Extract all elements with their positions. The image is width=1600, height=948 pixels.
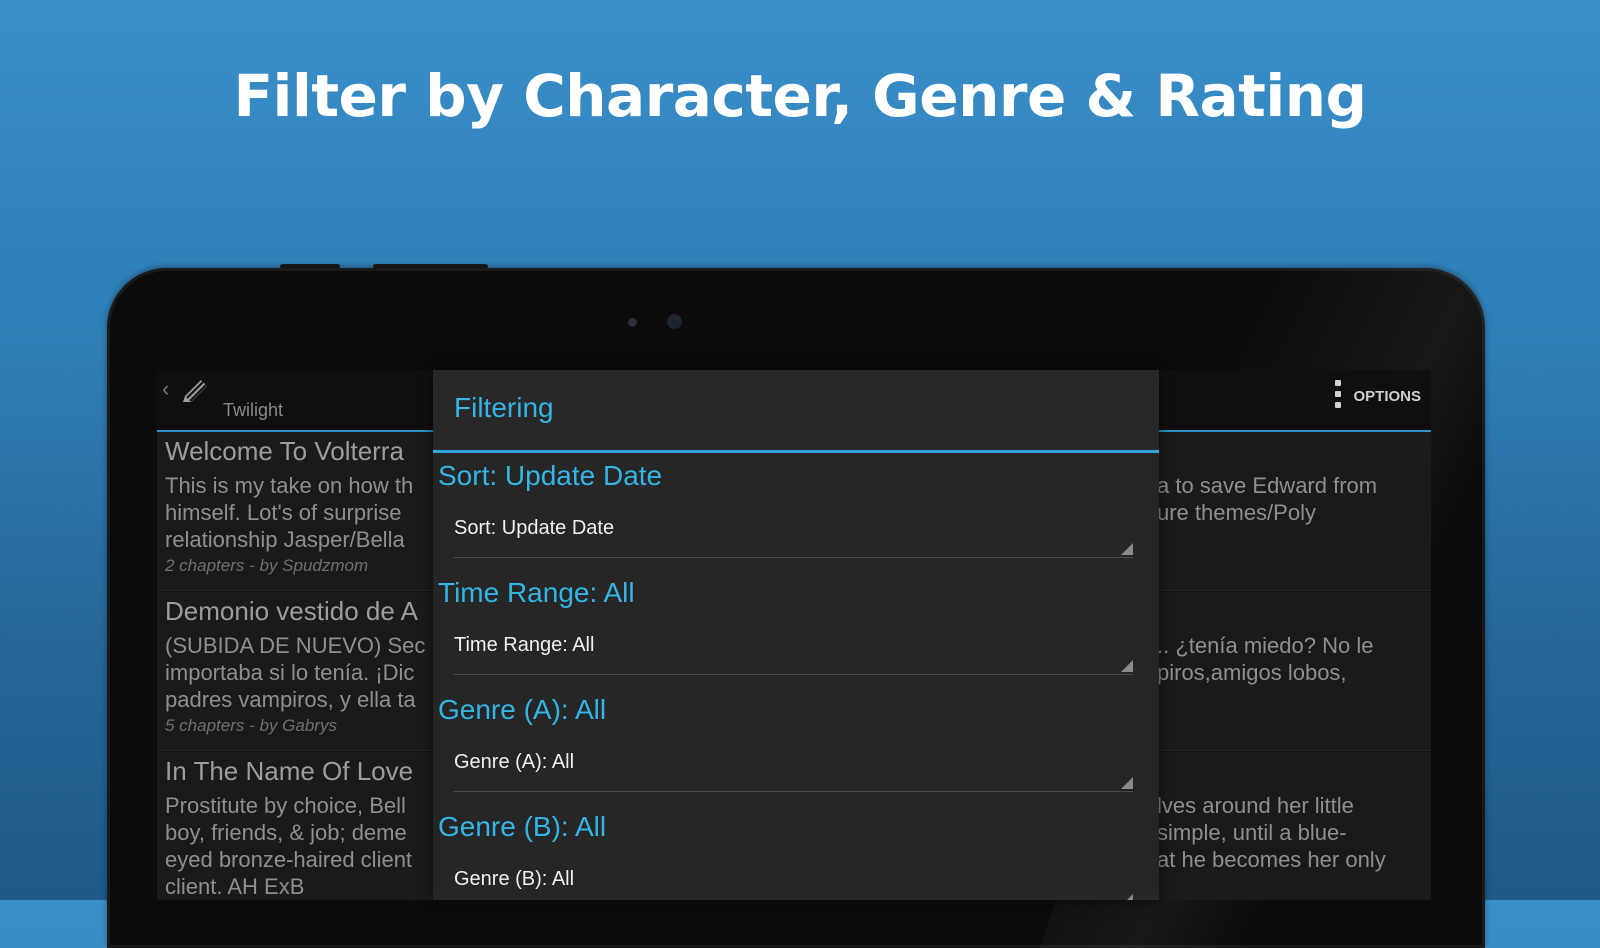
description-line: (SUBIDA DE NUEVO) Sec <box>165 633 426 658</box>
description-line: a to save Edward from <box>1157 473 1378 498</box>
description-line: relationship Jasper/Bella <box>165 527 405 552</box>
story-description-right: .. ¿tenía miedo? No le piros,amigos lobo… <box>1157 632 1427 686</box>
category-title: Twilight <box>223 400 284 420</box>
filter-label: Genre (A): All <box>438 694 607 725</box>
description-line: simple, until a blue- <box>1157 820 1347 845</box>
story-title: Demonio vestido de A <box>165 596 418 626</box>
time-range-filter-group: Time Range: All Time Range: All <box>433 570 1159 687</box>
sort-spinner[interactable]: Sort: Update Date <box>453 505 1133 558</box>
description-line: client. AH ExB <box>165 874 305 899</box>
pencil-logo-icon[interactable] <box>179 376 211 408</box>
description-line: boy, friends, & job; deme <box>165 820 407 845</box>
description-line: ure themes/Poly <box>1157 500 1316 525</box>
filter-label: Genre (B): All <box>438 811 607 842</box>
spinner-arrow-icon <box>1121 543 1133 555</box>
description-line: at he becomes her only <box>1157 847 1386 872</box>
options-button[interactable]: OPTIONS <box>1353 388 1421 405</box>
story-description-right: lves around her little simple, until a b… <box>1157 792 1427 873</box>
description-line: padres vampiros, y ella ta <box>165 687 416 712</box>
description-line: himself. Lot's of surprise <box>165 500 402 525</box>
genre-b-spinner[interactable]: Genre (B): All <box>453 856 1133 900</box>
story-title: In The Name Of Love <box>165 756 414 786</box>
description-line: importaba si lo tenía. ¡Dic <box>165 660 415 685</box>
spinner-arrow-icon <box>1121 894 1133 900</box>
time-range-spinner[interactable]: Time Range: All <box>453 622 1133 675</box>
camera-sensor-icon <box>628 318 637 327</box>
story-meta: 5 chapters - by Gabrys <box>165 716 337 735</box>
genre-b-filter-group: Genre (B): All Genre (B): All <box>433 804 1159 900</box>
camera-icon <box>667 314 682 329</box>
spinner-arrow-icon <box>1121 660 1133 672</box>
description-line: This is my take on how th <box>165 473 414 498</box>
spinner-value: Genre (A): All <box>454 751 575 773</box>
overflow-menu-icon[interactable] <box>1335 380 1341 413</box>
filter-label: Time Range: All <box>438 577 635 608</box>
spinner-value: Genre (B): All <box>454 868 575 890</box>
headline: Filter by Character, Genre & Rating <box>233 62 1367 130</box>
spinner-value: Time Range: All <box>454 634 595 656</box>
back-chevron-icon[interactable]: ‹ <box>162 376 169 402</box>
story-description-left: This is my take on how th himself. Lot's… <box>165 472 435 553</box>
story-description-right: a to save Edward from ure themes/Poly <box>1157 472 1427 526</box>
spinner-arrow-icon <box>1121 777 1133 789</box>
story-description-left: Prostitute by choice, Bell boy, friends,… <box>165 792 435 900</box>
story-meta: 2 chapters - by Spudzmom <box>165 556 369 575</box>
spinner-value: Sort: Update Date <box>454 517 615 539</box>
story-title: Welcome To Volterra <box>165 436 404 466</box>
description-line: lves around her little <box>1157 793 1354 818</box>
filter-label: Sort: Update Date <box>438 460 663 491</box>
description-line: eyed bronze-haired client <box>165 847 413 872</box>
description-line: Prostitute by choice, Bell <box>165 793 406 818</box>
description-line: .. ¿tenía miedo? No le <box>1157 633 1374 658</box>
dialog-title: Filtering <box>454 392 554 423</box>
genre-a-filter-group: Genre (A): All Genre (A): All <box>433 687 1159 804</box>
genre-a-spinner[interactable]: Genre (A): All <box>453 739 1133 792</box>
description-line: piros,amigos lobos, <box>1157 660 1347 685</box>
sort-filter-group: Sort: Update Date Sort: Update Date <box>433 453 1159 570</box>
story-description-left: (SUBIDA DE NUEVO) Sec importaba si lo te… <box>165 632 435 713</box>
filtering-dialog: Filtering Sort: Update Date Sort: Update… <box>433 370 1159 900</box>
dialog-header: Filtering <box>433 370 1159 453</box>
